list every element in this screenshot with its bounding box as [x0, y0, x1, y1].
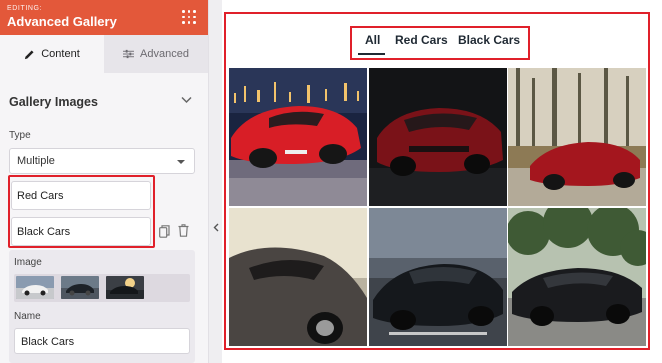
name-input[interactable]: Black Cars [14, 328, 190, 354]
editor-panel: EDITING: Advanced Gallery Content Advanc… [0, 0, 208, 363]
gallery-photo[interactable] [369, 208, 507, 346]
type-select[interactable]: Multiple [9, 148, 195, 174]
highlight-box [8, 175, 155, 248]
copy-icon[interactable] [159, 225, 170, 238]
chevron-left-icon[interactable] [213, 223, 219, 232]
grid-menu-icon[interactable] [182, 10, 196, 24]
panel-tabs: Content Advanced [0, 35, 208, 73]
gallery-photo[interactable] [508, 208, 646, 346]
caret-down-icon [177, 160, 185, 164]
gallery-photo[interactable] [508, 68, 646, 206]
editing-label: EDITING: [7, 5, 43, 12]
gallery-photo[interactable] [229, 68, 367, 206]
gallery-photo[interactable] [229, 208, 367, 346]
type-select-value: Multiple [17, 155, 55, 167]
tab-content-label: Content [41, 48, 80, 60]
section-title: Gallery Images [9, 95, 98, 109]
tab-content[interactable]: Content [0, 35, 104, 73]
filter-all[interactable]: All [365, 33, 380, 47]
sliders-icon [123, 49, 135, 59]
image-label: Image [14, 257, 42, 268]
gallery-photo[interactable] [369, 68, 507, 206]
filter-red-cars[interactable]: Red Cars [395, 33, 448, 47]
filter-black-cars[interactable]: Black Cars [458, 33, 520, 47]
trash-icon[interactable] [178, 224, 189, 237]
tab-advanced[interactable]: Advanced [104, 35, 208, 73]
panel-title: Advanced Gallery [7, 14, 117, 29]
active-filter-underline [358, 53, 385, 55]
chevron-down-icon[interactable] [181, 96, 192, 104]
type-label: Type [9, 130, 31, 141]
pencil-icon [25, 49, 34, 59]
panel-splitter[interactable] [208, 0, 222, 363]
name-label: Name [14, 311, 41, 322]
image-thumbnail[interactable] [61, 276, 99, 299]
tab-advanced-label: Advanced [140, 48, 189, 60]
app-window: EDITING: Advanced Gallery Content Advanc… [0, 0, 662, 363]
panel-header: EDITING: Advanced Gallery [0, 0, 208, 35]
image-thumbnail[interactable] [106, 276, 144, 299]
image-thumbnail[interactable] [16, 276, 54, 299]
